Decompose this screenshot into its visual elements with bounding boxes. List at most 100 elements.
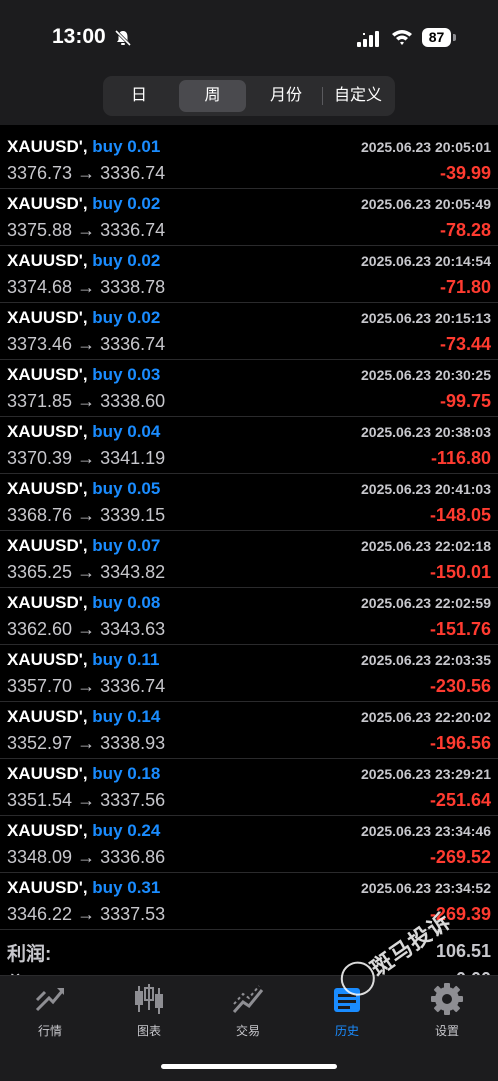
trade-row[interactable]: XAUUSD', buy 0.03 3371.85 → 3338.60 2025.0… [0,360,498,417]
trade-symbol: XAUUSD', buy 0.18 [7,764,160,784]
segment-divider [322,87,323,105]
profit-label: 利润: [7,944,52,965]
trade-profit: -230.56 [429,676,491,696]
watermark-text: 斑马投诉 [365,907,456,982]
trade-row[interactable]: XAUUSD', buy 0.18 3351.54 → 3337.56 2025.0… [0,759,498,816]
trade-profit: -99.75 [439,391,491,411]
trade-symbol-text: XAUUSD', [7,536,88,555]
trade-date: 2025.06.23 22:02:18 [361,538,491,554]
trade-prices: 3348.09 → 3336.86 [7,847,166,867]
trade-date: 2025.06.23 22:02:59 [361,595,491,611]
trade-symbol-text: XAUUSD', [7,764,88,783]
trade-prices: 3375.88 → 3336.74 [7,220,166,240]
trade-prices: 3357.70 → 3336.74 [7,676,166,696]
tab-trade-label: 交易 [235,1024,260,1038]
trade-profit: -196.56 [429,733,491,753]
trade-date: 2025.06.23 20:38:03 [361,424,491,440]
trade-history-list: XAUUSD', buy 0.01 3376.73 → 3336.74 2025.0… [0,132,498,930]
trade-prices: 3352.97 → 3338.93 [7,733,166,753]
trade-symbol: XAUUSD', buy 0.03 [7,365,160,385]
trade-side-volume: buy 0.31 [92,878,161,897]
cellular-signal-icon [357,31,379,47]
trade-profit: -151.76 [429,619,491,639]
trade-date: 2025.06.23 23:34:46 [361,823,491,839]
trade-date: 2025.06.23 20:05:49 [361,196,491,212]
trade-side-volume: buy 0.11 [92,650,160,669]
trade-profit: -78.28 [439,220,491,240]
trade-symbol-text: XAUUSD', [7,251,88,270]
trade-row[interactable]: XAUUSD', buy 0.05 3368.76 → 3339.15 2025.0… [0,474,498,531]
trade-row[interactable]: XAUUSD', buy 0.08 3362.60 → 3343.63 2025.0… [0,588,498,645]
trade-prices: 3374.68 → 3338.78 [7,277,166,297]
candlestick-icon [135,984,163,1014]
trade-symbol-text: XAUUSD', [7,479,88,498]
trade-prices: 3370.39 → 3341.19 [7,448,166,468]
battery-indicator: 87 [422,28,456,47]
trade-date: 2025.06.23 23:29:21 [361,766,491,782]
trade-symbol-text: XAUUSD', [7,308,88,327]
trade-side-volume: buy 0.02 [92,251,161,270]
status-bar: 13:00 87 [0,0,498,70]
trade-row[interactable]: XAUUSD', buy 0.02 3375.88 → 3336.74 2025.0… [0,189,498,246]
trade-side-volume: buy 0.08 [92,593,161,612]
trade-symbol: XAUUSD', buy 0.02 [7,194,160,214]
segment-week[interactable]: 周 [179,80,246,112]
trade-symbol: XAUUSD', buy 0.07 [7,536,160,556]
trade-profit: -150.01 [429,562,491,582]
trade-prices: 3362.60 → 3343.63 [7,619,166,639]
segment-custom[interactable]: 自定义 [325,80,391,112]
trade-symbol-text: XAUUSD', [7,365,88,384]
trade-side-volume: buy 0.03 [92,365,161,384]
trade-side-volume: buy 0.05 [92,479,161,498]
status-time: 13:00 [52,25,106,48]
segment-day[interactable]: 日 [107,80,171,112]
trade-profit: -73.44 [439,334,491,354]
trade-symbol-text: XAUUSD', [7,422,88,441]
trade-date: 2025.06.23 22:03:35 [361,652,491,668]
trade-symbol-text: XAUUSD', [7,650,88,669]
trade-profit: -39.99 [439,163,491,183]
trade-prices: 3351.54 → 3337.56 [7,790,166,810]
trade-symbol: XAUUSD', buy 0.31 [7,878,160,898]
trade-date: 2025.06.23 20:14:54 [361,253,491,269]
trade-symbol: XAUUSD', buy 0.14 [7,707,160,727]
trade-symbol: XAUUSD', buy 0.01 [7,137,160,157]
trade-row[interactable]: XAUUSD', buy 0.04 3370.39 → 3341.19 2025.0… [0,417,498,474]
trade-prices: 3368.76 → 3339.15 [7,505,166,525]
trade-profit: -148.05 [429,505,491,525]
trade-symbol-text: XAUUSD', [7,137,88,156]
trade-symbol: XAUUSD', buy 0.05 [7,479,160,499]
wifi-icon [392,30,412,45]
trade-side-volume: buy 0.01 [92,137,161,156]
trade-row[interactable]: XAUUSD', buy 0.02 3374.68 → 3338.78 2025.0… [0,246,498,303]
tab-trade[interactable]: 交易 [208,982,288,1042]
trade-date: 2025.06.23 20:30:25 [361,367,491,383]
trade-row[interactable]: XAUUSD', buy 0.14 3352.97 → 3338.93 2025.0… [0,702,498,759]
trade-row[interactable]: XAUUSD', buy 0.02 3373.46 → 3336.74 2025.0… [0,303,498,360]
trade-side-volume: buy 0.04 [92,422,161,441]
trade-profit: -251.64 [429,790,491,810]
trade-prices: 3376.73 → 3336.74 [7,163,166,183]
trade-symbol: XAUUSD', buy 0.24 [7,821,160,841]
trade-symbol-text: XAUUSD', [7,821,88,840]
tab-quotes[interactable]: 行情 [10,982,90,1042]
tab-charts-label: 图表 [136,1024,161,1038]
trade-row[interactable]: XAUUSD', buy 0.07 3365.25 → 3343.82 2025.0… [0,531,498,588]
trade-symbol: XAUUSD', buy 0.08 [7,593,160,613]
trade-date: 2025.06.23 20:05:01 [361,139,491,155]
trend-arrows-icon [35,988,65,1012]
trade-symbol-text: XAUUSD', [7,878,88,897]
battery-nub [453,34,456,41]
trade-row[interactable]: XAUUSD', buy 0.24 3348.09 → 3336.86 2025.0… [0,816,498,873]
trade-symbol: XAUUSD', buy 0.04 [7,422,160,442]
trade-row[interactable]: XAUUSD', buy 0.01 3376.73 → 3336.74 2025.0… [0,132,498,189]
trade-symbol: XAUUSD', buy 0.11 [7,650,159,670]
trade-date: 2025.06.23 20:41:03 [361,481,491,497]
trade-side-volume: buy 0.02 [92,194,161,213]
segment-month[interactable]: 月份 [253,80,319,112]
trade-date: 2025.06.23 22:20:02 [361,709,491,725]
trade-row[interactable]: XAUUSD', buy 0.11 3357.70 → 3336.74 2025.0… [0,645,498,702]
period-segmented-control: 日 周 月份 自定义 [103,76,395,116]
tab-charts[interactable]: 图表 [109,982,189,1042]
battery-level: 87 [422,28,451,47]
